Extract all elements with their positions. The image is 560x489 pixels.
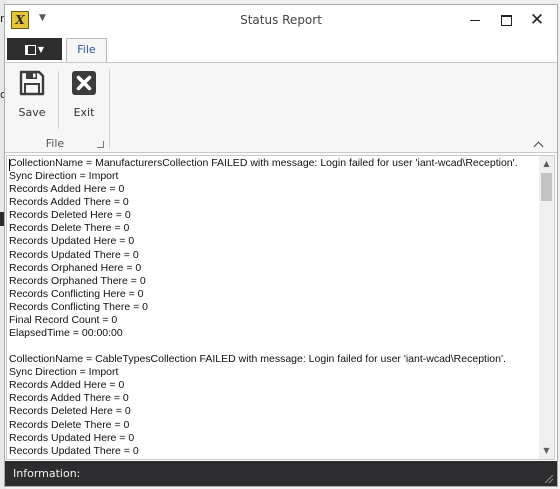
close-button[interactable]: ✕: [522, 7, 552, 33]
status-information-label: Information:: [13, 467, 81, 480]
resize-grip-icon[interactable]: [545, 475, 553, 483]
application-menu-button[interactable]: ▼: [7, 38, 62, 60]
save-button-label: Save: [18, 106, 46, 119]
status-log-textbox[interactable]: CollectionName = ManufacturersCollection…: [6, 155, 555, 460]
maximize-icon: [500, 15, 512, 26]
ribbon-button-separator: [58, 71, 59, 129]
minimize-icon: [470, 20, 480, 21]
scroll-down-arrow-icon[interactable]: ▼: [539, 443, 554, 459]
scroll-up-arrow-icon[interactable]: ▲: [539, 156, 554, 172]
status-bar: Information:: [5, 461, 557, 486]
status-report-window: X ▼ Status Report ✕ ▼ File Save Exit Fil…: [4, 4, 558, 487]
ribbon-tab-row: ▼ File: [5, 35, 557, 62]
chevron-down-icon: ▼: [37, 44, 45, 54]
exit-icon: [72, 71, 96, 95]
exit-button-label: Exit: [73, 106, 95, 119]
minimize-button[interactable]: [460, 7, 490, 33]
ribbon-panel: Save Exit File: [5, 62, 557, 153]
ribbon-group-separator: [109, 69, 110, 149]
text-cursor: [9, 159, 10, 171]
vertical-scrollbar[interactable]: ▲ ▼: [539, 156, 554, 459]
collapse-ribbon-chevron-up-icon[interactable]: [533, 141, 544, 152]
save-button[interactable]: Save: [9, 67, 55, 123]
application-menu-icon: [24, 44, 36, 55]
maximize-button[interactable]: [491, 7, 521, 33]
save-icon: [19, 70, 45, 96]
title-bar[interactable]: X ▼ Status Report ✕: [5, 5, 557, 35]
tab-file[interactable]: File: [66, 38, 107, 62]
ribbon-group-label-file: File: [45, 137, 65, 150]
close-icon: ✕: [529, 10, 545, 30]
dialog-launcher-icon[interactable]: [97, 141, 104, 148]
status-log-text: CollectionName = ManufacturersCollection…: [9, 157, 518, 459]
exit-button[interactable]: Exit: [61, 67, 107, 123]
scrollbar-thumb[interactable]: [541, 173, 552, 201]
